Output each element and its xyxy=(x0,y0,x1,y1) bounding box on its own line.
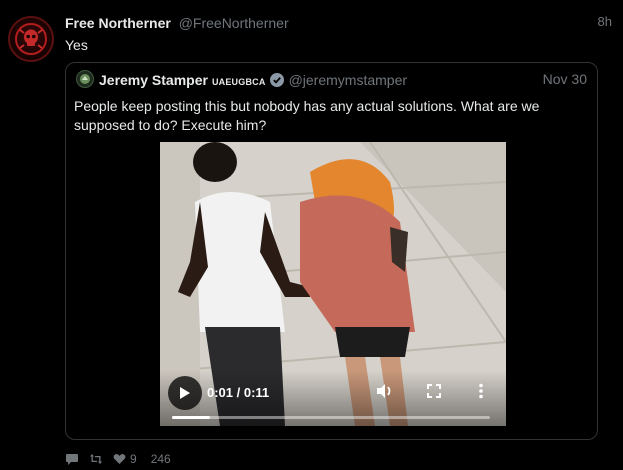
fullscreen-icon xyxy=(427,384,441,398)
avatar-glyph-icon xyxy=(80,74,90,84)
post-text: Yes xyxy=(65,37,88,53)
retweet-button[interactable] xyxy=(89,453,103,465)
video-progress-bar[interactable] xyxy=(172,416,490,419)
quote-author-badge: UAEUGBCA xyxy=(211,77,266,87)
video-controls: 0:01 / 0:11 xyxy=(160,370,506,426)
quote-author-handle[interactable]: @jeremymstamper xyxy=(289,72,407,88)
play-icon xyxy=(180,387,190,399)
action-bar: 9 246 xyxy=(65,450,181,468)
author-handle[interactable]: @FreeNortherner xyxy=(179,15,289,31)
view-count: 246 xyxy=(150,452,171,466)
volume-icon xyxy=(377,384,391,398)
quote-author-name[interactable]: Jeremy Stamper xyxy=(99,72,208,88)
reply-icon xyxy=(66,453,78,465)
quoted-tweet[interactable]: Jeremy Stamper UAEUGBCA @jeremymstamper No… xyxy=(65,62,598,440)
video-time: 0:01 / 0:11 xyxy=(207,385,270,400)
quote-avatar[interactable] xyxy=(76,70,94,88)
post-time[interactable]: 8h xyxy=(598,14,612,29)
verified-icon xyxy=(269,72,285,92)
author-line: Free Northerner @FreeNortherner xyxy=(65,14,609,32)
video-player[interactable]: 0:01 / 0:11 xyxy=(160,142,506,426)
more-icon xyxy=(479,383,483,399)
play-button[interactable] xyxy=(168,376,202,410)
quote-text: People keep posting this but nobody has … xyxy=(74,98,540,133)
skull-emblem-icon xyxy=(15,23,47,55)
avatar[interactable] xyxy=(8,16,54,62)
like-count: 9 xyxy=(130,452,137,466)
like-icon xyxy=(113,454,126,464)
fullscreen-button[interactable] xyxy=(427,384,441,403)
quote-time[interactable]: Nov 30 xyxy=(543,71,587,87)
author-name[interactable]: Free Northerner xyxy=(65,15,171,31)
retweet-icon xyxy=(90,454,102,464)
reply-button[interactable] xyxy=(65,453,79,466)
volume-button[interactable] xyxy=(376,383,394,404)
video-progress-fill xyxy=(172,416,211,419)
like-button[interactable]: 9 xyxy=(113,452,137,466)
views-count-wrap[interactable]: 246 xyxy=(147,452,171,466)
more-options-button[interactable] xyxy=(478,383,484,404)
quote-author-line: Jeremy Stamper UAEUGBCA @jeremymstamper xyxy=(99,71,407,92)
